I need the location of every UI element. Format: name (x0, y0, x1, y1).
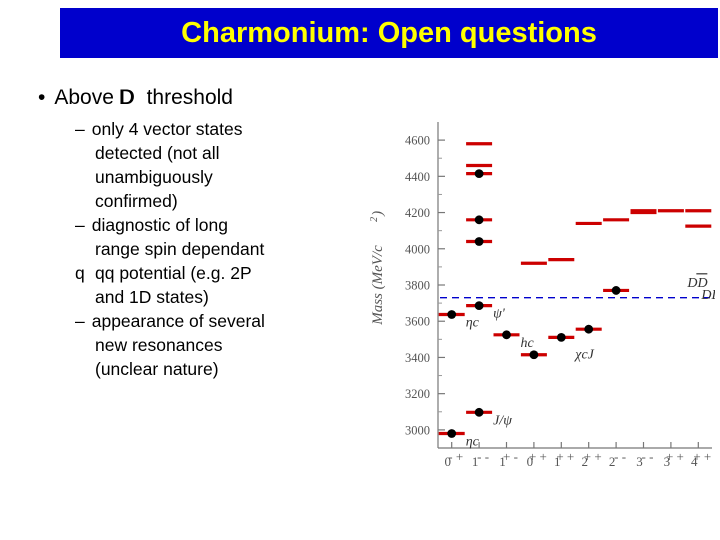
measured-state-marker (529, 350, 539, 360)
y-axis-label: Mass (MeV/c (370, 245, 386, 326)
y-tick-label: 3200 (405, 387, 430, 401)
sub-bullet-3-line-1: appearance of several (91, 311, 265, 331)
x-tick-superscript: - - (477, 449, 489, 464)
sub-bullet-3: – appearance of several new resonances (u… (75, 309, 370, 381)
sub-bullet-2: – diagnostic of long range spin dependant… (75, 215, 265, 307)
dash-glyph-2: – (75, 215, 85, 235)
bullet-glyph: • (38, 86, 46, 109)
slide-body: • Above D D threshold – only 4 vector stat… (30, 85, 370, 381)
svg-text:2: 2 (369, 217, 380, 222)
sub-bullet-3-line-2: new resonances (95, 335, 223, 355)
x-tick-superscript: + + (556, 449, 574, 464)
slide-title-bar: Charmonium: Open questions (60, 8, 718, 58)
y-tick-label: 4600 (405, 134, 430, 148)
page-title: Charmonium: Open questions (181, 16, 597, 49)
dash-glyph-1: – (75, 119, 85, 139)
state-annotation: ηc (466, 316, 480, 331)
y-tick-label: 3000 (405, 423, 430, 437)
measured-state-marker (474, 237, 484, 246)
state-annotation: hc (521, 336, 535, 351)
x-tick-superscript: + + (584, 449, 602, 464)
state-annotation: ηc (466, 435, 480, 450)
measured-state-marker (611, 286, 621, 295)
dd-threshold-label: DD (686, 276, 707, 291)
y-tick-label: 4200 (405, 206, 430, 220)
measured-state-marker (556, 332, 566, 342)
sub-bullet-1-line-1: only 4 vector states (91, 119, 243, 139)
x-tick-superscript: + + (693, 449, 711, 464)
bullet-level1: • Above D D threshold (38, 86, 233, 109)
sub-bullet-1-line-3: unambiguously (95, 167, 213, 187)
y-tick-label: 3800 (405, 279, 430, 293)
x-tick-superscript: - - (642, 449, 654, 464)
sub-bullet-list: – only 4 vector states detected (not all … (75, 117, 370, 381)
x-tick-superscript: + - (503, 449, 518, 464)
x-tick-superscript: - - (614, 449, 626, 464)
charmonium-spectrum-chart: 3000 3200 3400 3600 3800 4000 4200 4400 4600 Mass… (360, 108, 715, 496)
sub-bullet-2-line-1: diagnostic of long (91, 215, 228, 235)
sub-bullet-2-line-4: and 1D states) (95, 287, 209, 307)
y-tick-label: 4000 (405, 242, 430, 256)
measured-state-marker (474, 169, 484, 179)
chart-svg: 3000 3200 3400 3600 3800 4000 4200 4400 4600 Mass… (369, 122, 715, 469)
sub-bullet-2-line-2: range spin dependant (95, 239, 265, 259)
measured-state-marker (502, 330, 511, 340)
svg-text:): ) (370, 211, 386, 217)
sub-bullet-3-line-3: (unclear nature) (95, 359, 219, 379)
slide: Charmonium: Open questions • Above D D th… (0, 0, 720, 540)
measured-state-marker (474, 301, 484, 311)
x-tick-superscript: + + (529, 449, 547, 464)
y-tick-label: 3600 (405, 315, 430, 329)
sub-bullet-2-line-3: qq potential (e.g. 2P (95, 263, 252, 283)
state-annotation: ψ' (493, 307, 506, 322)
state-annotation: χcJ (573, 348, 594, 363)
sub-bullet-1: – only 4 vector states detected (not all … (75, 117, 370, 213)
measured-state-marker (474, 215, 484, 225)
level1-text-after: threshold (146, 86, 233, 109)
measured-state-marker (474, 407, 484, 417)
x-tick-superscript: - + (448, 449, 463, 464)
dash-glyph-3: – (75, 311, 85, 331)
measured-state-marker (447, 429, 457, 438)
sub-bullet-1-line-4: confirmed) (95, 191, 178, 211)
state-annotation: J/ψ (493, 413, 512, 428)
sub-bullet-1-line-2: detected (not all (95, 143, 220, 163)
x-tick-superscript: + + (666, 449, 684, 464)
measured-state-marker (584, 324, 594, 334)
measured-state-marker (447, 310, 457, 319)
y-tick-label: 4400 (405, 170, 430, 184)
y-tick-label: 3400 (405, 351, 430, 365)
